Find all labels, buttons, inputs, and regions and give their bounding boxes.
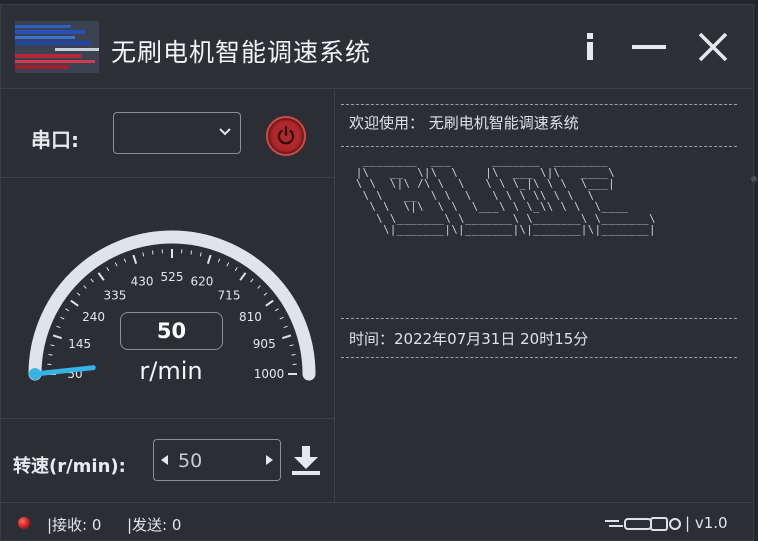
download-icon[interactable] — [289, 442, 323, 478]
welcome-text: 欢迎使用： 无刷电机智能调速系统 — [349, 114, 579, 132]
speed-value: 50 — [178, 450, 203, 472]
gauge-major-tick — [206, 254, 212, 264]
increment-arrow-icon[interactable] — [265, 455, 273, 465]
gauge-minor-tick — [90, 278, 94, 283]
gauge-tick-label: 145 — [68, 337, 91, 351]
gauge-major-tick — [52, 334, 62, 340]
divider — [341, 318, 737, 319]
scrollbar-handle[interactable] — [751, 176, 757, 182]
log-panel: 欢迎使用： 无刷电机智能调速系统 ________ ___ _______ __… — [337, 90, 757, 502]
speed-label: 转速(r/min): — [13, 456, 126, 477]
gauge-minor-tick — [48, 353, 53, 356]
gauge-minor-tick — [83, 285, 87, 289]
app-window: 无刷电机智能调速系统 串口: 50 145 240 335 430 525 62… — [0, 4, 757, 541]
speed-input-section: 转速(r/min): 50 — [1, 420, 334, 502]
gauge-tick-label: 810 — [239, 310, 262, 324]
speed-gauge-section: 50 145 240 335 430 525 620 715 810 905 1000 50 r/m… — [1, 179, 334, 419]
gauge-tick-label: 430 — [131, 275, 154, 289]
serial-port-section: 串口: — [1, 90, 334, 178]
connection-led-icon — [18, 517, 30, 529]
gauge-minor-tick — [190, 250, 193, 255]
control-panel: 串口: 50 145 240 335 430 525 620 715 810 905 1000 — [1, 90, 335, 502]
gauge-needle — [32, 365, 96, 377]
gauge-minor-tick — [283, 325, 288, 329]
send-count: |发送: 0 — [127, 516, 182, 534]
gauge-tick-label: 335 — [104, 289, 127, 303]
gauge-tick-label: 240 — [82, 310, 105, 324]
gauge-minor-tick — [60, 316, 65, 320]
power-icon — [277, 125, 295, 145]
gauge-minor-tick — [279, 316, 284, 320]
gauge-major-tick — [239, 272, 247, 281]
gauge-minor-tick — [263, 292, 268, 296]
gauge-minor-tick — [76, 292, 81, 296]
gauge-minor-tick — [226, 262, 230, 267]
gauge-major-tick — [282, 334, 292, 340]
gauge-minor-tick — [142, 252, 145, 257]
serial-port-label: 串口: — [31, 128, 79, 152]
speed-spinbox[interactable]: 50 — [153, 439, 281, 481]
gauge-major-tick — [132, 254, 138, 264]
power-button[interactable] — [266, 116, 306, 156]
gauge-tick-label: 905 — [253, 337, 276, 351]
minimize-icon[interactable] — [629, 25, 669, 69]
gauge-major-tick — [97, 272, 105, 281]
gauge-minor-tick — [274, 308, 279, 312]
gauge-minor-tick — [257, 285, 261, 289]
gauge-major-tick — [265, 299, 274, 307]
gauge-major-tick — [70, 299, 79, 307]
gauge-tick-label: 715 — [218, 289, 241, 303]
gauge-minor-tick — [56, 325, 61, 329]
usb-cable-icon — [605, 517, 681, 531]
recv-count: |接收: 0 — [47, 516, 102, 534]
app-logo-icon — [15, 21, 99, 73]
gauge-minor-tick — [291, 353, 296, 356]
gauge-needle-dot — [29, 368, 41, 380]
gauge-minor-tick — [114, 262, 118, 267]
chevron-down-icon — [219, 128, 231, 136]
time-text: 时间：2022年07月31日 20时15分 — [349, 330, 589, 348]
gauge-tick-label: 525 — [161, 270, 184, 284]
gauge-minor-tick — [234, 267, 238, 272]
gauge-tick-label: 1000 — [254, 367, 285, 381]
gauge-unit: r/min — [139, 357, 203, 385]
desktop-strip-right — [754, 0, 758, 541]
app-title: 无刷电机智能调速系统 — [111, 38, 372, 67]
version-label: | v1.0 — [685, 514, 728, 532]
ascii-art-banner: ________ ___ _______ ________ |\ __ \|\ … — [355, 155, 656, 236]
gauge-minor-tick — [199, 252, 202, 257]
gauge-minor-tick — [289, 344, 294, 347]
gauge-minor-tick — [50, 344, 55, 347]
divider — [341, 357, 737, 358]
gauge-current-value: 50 — [120, 312, 223, 350]
decrement-arrow-icon[interactable] — [161, 455, 169, 465]
divider — [341, 104, 737, 105]
gauge-minor-tick — [217, 258, 221, 263]
status-bar: |接收: 0 |发送: 0 | v1.0 — [1, 502, 753, 540]
gauge-minor-tick — [123, 258, 127, 263]
close-icon[interactable] — [691, 25, 735, 69]
divider — [341, 146, 737, 147]
gauge-minor-tick — [106, 267, 110, 272]
serial-port-select[interactable] — [113, 112, 241, 154]
info-icon[interactable] — [575, 25, 605, 69]
gauge-minor-tick — [151, 250, 154, 255]
title-bar: 无刷电机智能调速系统 — [1, 5, 753, 89]
gauge-tick-label: 620 — [191, 275, 214, 289]
gauge-minor-tick — [65, 308, 70, 312]
gauge-minor-tick — [250, 278, 254, 283]
